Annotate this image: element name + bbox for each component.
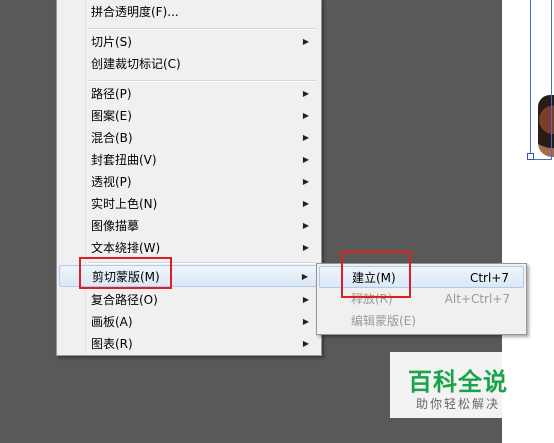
- submenu-arrow-icon: ▶: [302, 317, 309, 326]
- menu-item-flatten-transparency[interactable]: 拼合透明度(F)...: [59, 1, 319, 23]
- menu-item-pattern[interactable]: 图案(E) ▶: [59, 105, 319, 127]
- submenu-arrow-icon: ▶: [302, 37, 309, 46]
- menu-item-artboards[interactable]: 画板(A) ▶: [59, 311, 319, 333]
- submenu-arrow-icon: ▶: [302, 133, 309, 142]
- submenu-arrow-icon: ▶: [301, 272, 308, 281]
- menu-item-create-trim-marks[interactable]: 创建裁切标记(C): [59, 53, 319, 75]
- menu-item-slice[interactable]: 切片(S) ▶: [59, 31, 319, 53]
- submenu-item-edit-mask[interactable]: 编辑蒙版(E): [319, 310, 524, 332]
- submenu-arrow-icon: ▶: [302, 89, 309, 98]
- submenu-arrow-icon: ▶: [302, 177, 309, 186]
- submenu-arrow-icon: ▶: [302, 243, 309, 252]
- highlight-box-clipping-mask: [79, 257, 172, 289]
- watermark: 百科全说 助你轻松解决: [390, 352, 530, 418]
- menu-item-compound-path[interactable]: 复合路径(O) ▶: [59, 289, 319, 311]
- menu-item-blend[interactable]: 混合(B) ▶: [59, 127, 319, 149]
- submenu-arrow-icon: ▶: [302, 199, 309, 208]
- selection-handle[interactable]: [527, 153, 534, 160]
- object-menu: 拼合透明度(F)... 切片(S) ▶ 创建裁切标记(C) 路径(P) ▶ 图案…: [56, 0, 322, 356]
- menu-item-image-trace[interactable]: 图像描摹 ▶: [59, 215, 319, 237]
- menu-separator: [88, 80, 317, 82]
- shortcut-label: Ctrl+7: [469, 271, 509, 285]
- menu-item-live-paint[interactable]: 实时上色(N) ▶: [59, 193, 319, 215]
- menu-item-text-wrap[interactable]: 文本绕排(W) ▶: [59, 237, 319, 259]
- highlight-box-make: [341, 251, 411, 298]
- submenu-arrow-icon: ▶: [302, 221, 309, 230]
- watermark-subtitle: 助你轻松解决: [416, 397, 501, 411]
- watermark-title: 百科全说: [408, 368, 508, 396]
- shortcut-label: Alt+Ctrl+7: [444, 292, 510, 306]
- menu-item-perspective[interactable]: 透视(P) ▶: [59, 171, 319, 193]
- submenu-arrow-icon: ▶: [302, 111, 309, 120]
- menu-item-envelope-distort[interactable]: 封套扭曲(V) ▶: [59, 149, 319, 171]
- selection-bounding-box[interactable]: [530, 0, 552, 160]
- submenu-arrow-icon: ▶: [302, 339, 309, 348]
- menu-item-path[interactable]: 路径(P) ▶: [59, 83, 319, 105]
- menu-item-graph[interactable]: 图表(R) ▶: [59, 333, 319, 355]
- menu-separator: [88, 28, 317, 30]
- submenu-arrow-icon: ▶: [302, 295, 309, 304]
- submenu-arrow-icon: ▶: [302, 155, 309, 164]
